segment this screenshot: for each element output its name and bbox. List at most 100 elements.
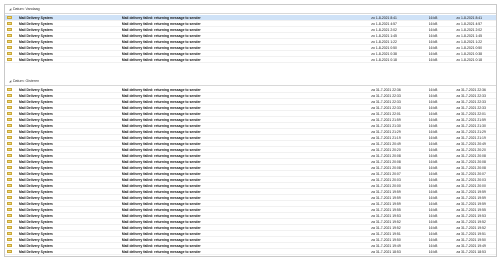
message-row[interactable]: Mail Delivery System Mail delivery failed… [5,255,496,257]
message-subject: Mail delivery failed: returning message … [121,201,201,206]
message-size: 16 kB [428,57,438,62]
message-subject: Mail delivery failed: returning message … [121,123,201,128]
message-sent: za 31-7-2021 22:33 [456,93,486,98]
message-subject: Mail delivery failed: returning message … [121,105,201,110]
message-from: Mail Delivery System [18,165,53,170]
message-from: Mail Delivery System [18,117,53,122]
envelope-icon [7,111,13,116]
message-from: Mail Delivery System [18,153,53,158]
message-from: Mail Delivery System [18,93,53,98]
message-sent: za 31-7-2021 20:08 [456,159,486,164]
envelope-icon [7,213,13,218]
envelope-icon [7,129,13,134]
message-subject: Mail delivery failed: returning message … [121,183,201,188]
envelope-icon [7,207,13,212]
message-size: 16 kB [428,87,438,92]
message-size: 16 kB [428,135,438,140]
message-received: za 31-7-2021 19:53 [371,213,401,218]
message-from: Mail Delivery System [18,237,53,242]
message-size: 16 kB [428,27,438,32]
message-size: 16 kB [428,51,438,56]
message-from: Mail Delivery System [18,51,53,56]
message-received: za 31-7-2021 18:53 [371,256,426,257]
message-from: Mail Delivery System [18,243,53,248]
envelope-icon [7,123,13,128]
message-size: 16 kB [428,201,438,206]
message-sent: za 31-7-2021 22:33 [456,105,486,110]
message-sent: zo 1-8-2021 0:18 [456,57,483,62]
message-sent: za 31-7-2021 21:30 [456,123,486,128]
message-sent: za 31-7-2021 18:53 [456,249,486,254]
message-subject: Mail delivery failed: returning message … [121,219,201,224]
message-sent: za 31-7-2021 21:59 [456,117,486,122]
message-received: za 31-7-2021 19:59 [371,195,401,200]
message-sent: za 31-7-2021 20:08 [456,165,486,170]
message-subject: Mail delivery failed: returning message … [121,207,201,212]
envelope-icon [7,93,13,98]
message-from: Mail Delivery System [18,141,53,146]
message-sent: za 31-7-2021 21:29 [456,129,486,134]
message-size: 16 kB [428,165,438,170]
message-sent: za 31-7-2021 19:53 [456,213,486,218]
message-size: 16 kB [428,39,438,44]
message-size: 16 kB [428,153,438,158]
message-sent: za 31-7-2021 19:49 [456,243,486,248]
message-sent: zo 1-8-2021 2:02 [456,27,483,32]
message-received: za 31-7-2021 22:36 [371,87,401,92]
message-from: Mail Delivery System [18,123,53,128]
message-received: za 31-7-2021 20:03 [371,177,401,182]
message-received: zo 1-8-2021 0:18 [371,57,397,62]
message-from: Mail Delivery System [18,99,53,104]
message-list: ◢ Datum: Vandaag Mail Delivery System Mail … [4,4,497,257]
message-subject: Mail delivery failed: returning message … [121,141,201,146]
message-received: zo 1-8-2021 8:41 [371,15,397,20]
message-size: 16 kB [428,15,438,20]
message-from: Mail Delivery System [18,27,53,32]
message-subject: Mail delivery failed: returning message … [121,111,201,116]
message-size: 16 kB [428,141,438,146]
message-received: za 31-7-2021 22:33 [371,99,401,104]
message-subject: Mail delivery failed: returning message … [121,21,201,26]
message-subject: Mail delivery failed: returning message … [121,165,201,170]
envelope-icon [7,183,13,188]
envelope-icon [7,195,13,200]
message-subject: Mail delivery failed: returning message … [121,171,201,176]
message-from: Mail Delivery System [18,231,53,236]
message-size: 16 kB [428,249,438,254]
envelope-icon [7,87,13,92]
group-header[interactable]: ◢ Datum: Vandaag [5,5,496,13]
message-received: zo 1-8-2021 0:50 [371,45,397,50]
message-subject: Mail delivery failed: returning message … [121,93,201,98]
message-size: 16 kB [428,129,438,134]
envelope-icon [7,117,13,122]
envelope-icon [7,243,13,248]
message-size: 16 kB [428,45,438,50]
envelope-icon [7,45,13,50]
message-received: za 31-7-2021 20:08 [371,153,401,158]
message-from: Mail Delivery System [18,201,53,206]
envelope-icon [7,27,13,32]
message-from: Mail Delivery System [18,33,53,38]
collapse-caret-icon[interactable]: ◢ [9,5,11,13]
message-sent: za 31-7-2021 18:53 [456,256,496,257]
message-from: Mail Delivery System [18,15,53,20]
group-header[interactable]: ◢ Datum: Gisteren [5,77,496,85]
message-sent: za 31-7-2021 19:59 [456,201,486,206]
message-subject: Mail delivery failed: returning message … [121,153,201,158]
message-received: za 31-7-2021 20:08 [371,165,401,170]
envelope-icon [7,201,13,206]
message-subject: Mail delivery failed: returning message … [121,159,201,164]
message-sent: za 31-7-2021 19:52 [456,225,486,230]
group-title: Datum: Vandaag [12,7,40,11]
collapse-caret-icon[interactable]: ◢ [9,77,11,85]
message-sent: za 31-7-2021 19:55 [456,207,486,212]
message-received: zo 1-8-2021 0:38 [371,51,397,56]
message-from: Mail Delivery System [18,213,53,218]
envelope-icon [7,153,13,158]
message-size: 16 kB [428,21,438,26]
message-received: za 31-7-2021 22:33 [371,105,401,110]
envelope-icon [7,231,13,236]
envelope-icon [7,249,13,254]
message-received: za 31-7-2021 21:59 [371,117,401,122]
message-subject: Mail delivery failed: returning message … [121,249,201,254]
